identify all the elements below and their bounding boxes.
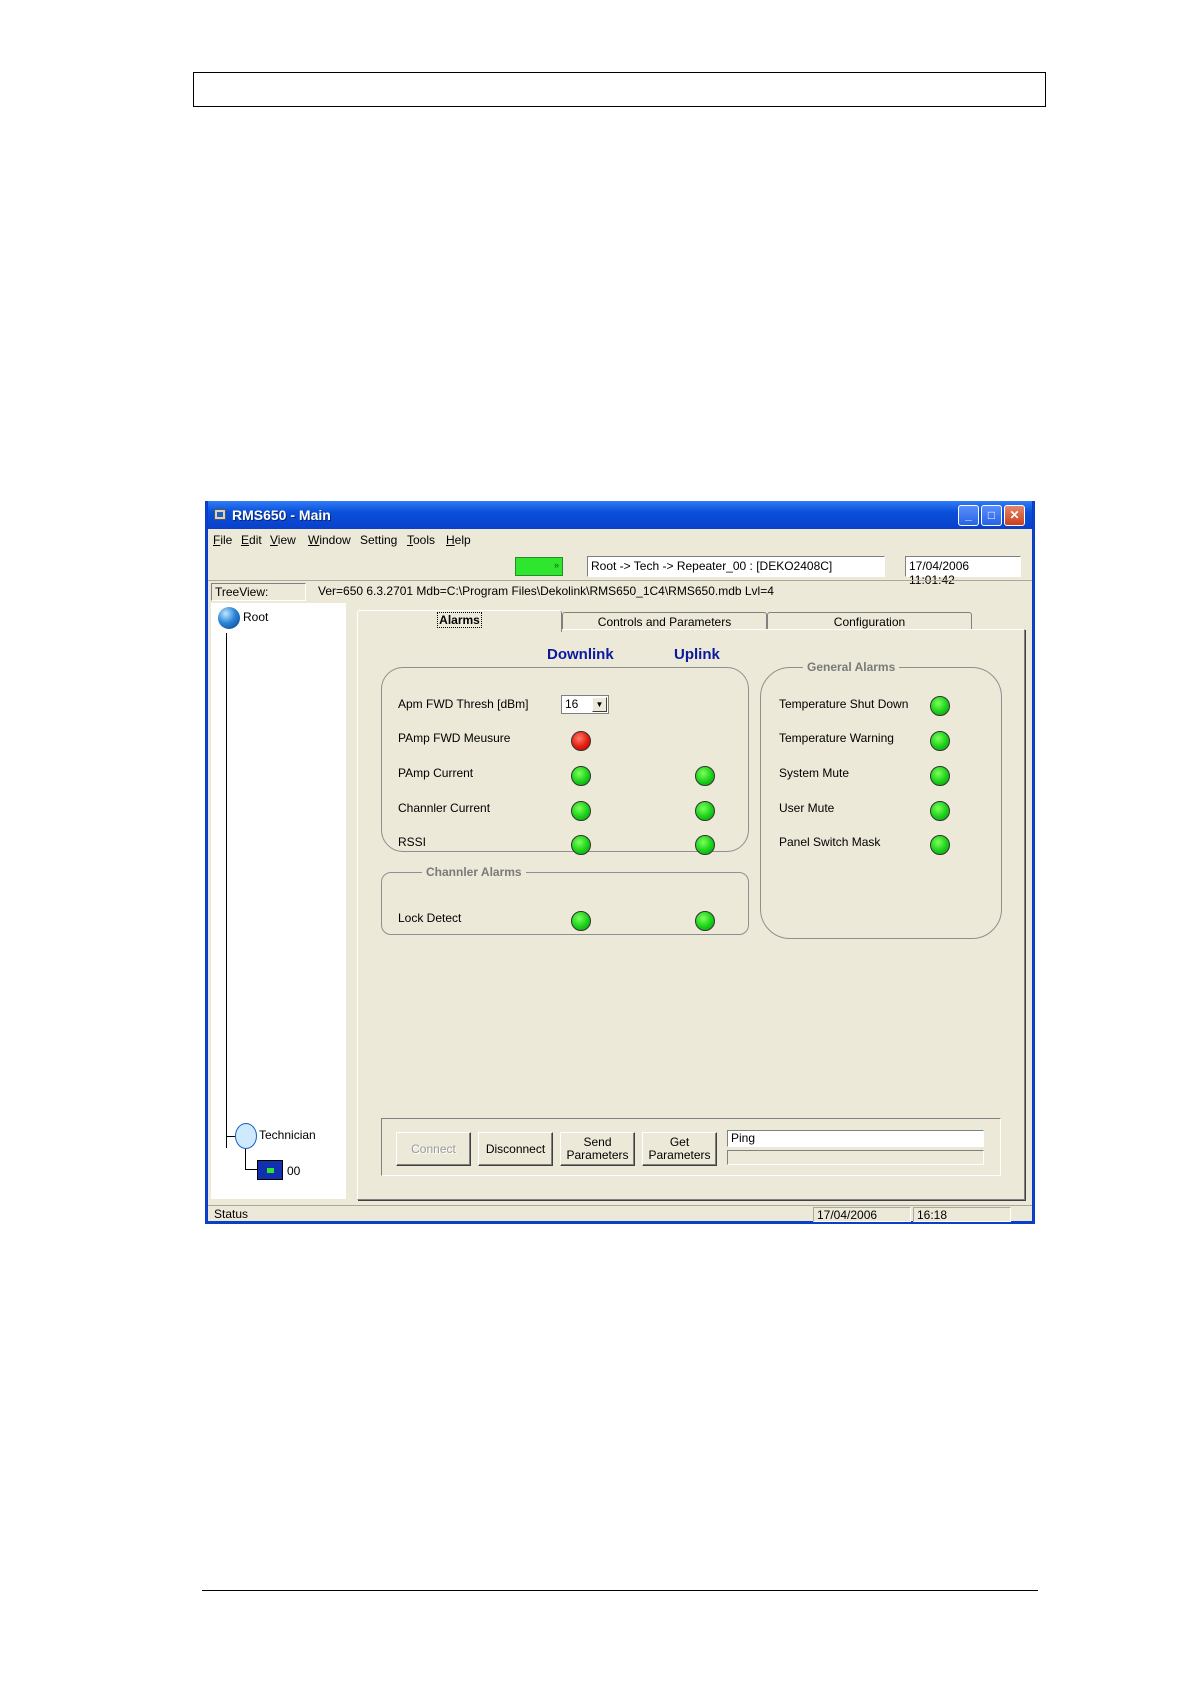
close-button[interactable]: ✕ bbox=[1004, 505, 1025, 526]
menu-edit[interactable]: Edit bbox=[241, 533, 262, 547]
alarm-label: Panel Switch Mask bbox=[779, 835, 881, 849]
tab-alarms[interactable]: Alarms bbox=[357, 610, 562, 632]
alarm-label: System Mute bbox=[779, 766, 850, 780]
status-led-green bbox=[930, 835, 950, 855]
repeater-icon[interactable] bbox=[257, 1160, 283, 1180]
general-alarms-title: General Alarms bbox=[803, 660, 900, 674]
status-led-green bbox=[930, 766, 950, 786]
channler-alarms-group bbox=[381, 872, 749, 935]
tree-view[interactable]: Root Technician 00 bbox=[211, 603, 346, 1199]
send-line2: Parameters bbox=[566, 1148, 629, 1162]
maximize-button[interactable]: □ bbox=[981, 505, 1002, 526]
menu-help[interactable]: Help bbox=[446, 533, 471, 547]
status-led-green bbox=[571, 835, 591, 855]
tree-line bbox=[245, 1169, 257, 1170]
connect-button[interactable]: Connect bbox=[396, 1132, 471, 1166]
status-led-red bbox=[571, 731, 591, 751]
status-led-green bbox=[695, 835, 715, 855]
minimize-button[interactable]: _ bbox=[958, 505, 979, 526]
alarm-label: Lock Detect bbox=[398, 911, 462, 925]
path-field: Root -> Tech -> Repeater_00 : [DEKO2408C… bbox=[587, 556, 885, 577]
title-bar[interactable]: RMS650 - Main _ □ ✕ bbox=[208, 501, 1032, 529]
get-parameters-button[interactable]: Get Parameters bbox=[642, 1132, 717, 1166]
tree-line bbox=[226, 1136, 235, 1137]
status-led-green bbox=[571, 766, 591, 786]
uplink-header: Uplink bbox=[674, 646, 720, 663]
datetime-field: 17/04/2006 11:01:42 bbox=[905, 556, 1021, 587]
tree-line bbox=[245, 1149, 246, 1169]
menu-window[interactable]: Window bbox=[308, 533, 351, 547]
fwd-thresh-select[interactable]: 16 ▼ bbox=[561, 695, 609, 714]
status-led-green bbox=[571, 911, 591, 931]
alarm-label: Temperature Shut Down bbox=[779, 697, 909, 711]
app-icon bbox=[214, 509, 226, 520]
ping-field[interactable]: Ping bbox=[727, 1130, 984, 1147]
alarm-label: Temperature Warning bbox=[779, 731, 894, 745]
version-info: Ver=650 6.3.2701 Mdb=C:\Program Files\De… bbox=[318, 584, 774, 598]
get-line2: Parameters bbox=[648, 1148, 711, 1162]
tree-line bbox=[226, 633, 227, 1148]
alarm-label: PAmp Current bbox=[398, 766, 474, 780]
menu-view[interactable]: View bbox=[270, 533, 296, 547]
status-date: 17/04/2006 bbox=[813, 1207, 911, 1222]
status-led-green bbox=[695, 911, 715, 931]
tree-node-repeater[interactable]: 00 bbox=[287, 1164, 300, 1178]
chevron-down-icon[interactable]: ▼ bbox=[592, 697, 607, 712]
alarm-label: PAmp FWD Meusure bbox=[398, 731, 511, 745]
send-parameters-button[interactable]: Send Parameters bbox=[560, 1132, 635, 1166]
status-led-green bbox=[695, 801, 715, 821]
connection-indicator: » bbox=[515, 557, 563, 576]
disconnect-button[interactable]: Disconnect bbox=[478, 1132, 553, 1166]
status-led-green bbox=[930, 801, 950, 821]
treeview-label: TreeView: bbox=[211, 583, 306, 601]
status-led-green bbox=[930, 731, 950, 751]
menu-tools[interactable]: Tools bbox=[407, 533, 435, 547]
app-window: RMS650 - Main _ □ ✕ File Edit View Windo… bbox=[205, 501, 1035, 1224]
document-header-box bbox=[193, 72, 1046, 107]
status-time: 16:18 bbox=[913, 1207, 1011, 1222]
alarm-label: RSSI bbox=[398, 835, 427, 849]
technician-icon[interactable] bbox=[235, 1123, 257, 1149]
document-footer-rule bbox=[202, 1590, 1038, 1591]
menu-setting[interactable]: Setting bbox=[360, 533, 397, 547]
tree-node-root[interactable]: Root bbox=[243, 610, 268, 624]
globe-icon[interactable] bbox=[218, 607, 240, 629]
toolbar-separator bbox=[208, 580, 1032, 581]
menu-file[interactable]: File bbox=[213, 533, 232, 547]
alarm-label: Channler Current bbox=[398, 801, 491, 815]
alarm-label: User Mute bbox=[779, 801, 835, 815]
tree-node-technician[interactable]: Technician bbox=[259, 1128, 316, 1142]
status-led-green bbox=[571, 801, 591, 821]
menu-bar: File Edit View Window Setting Tools Help bbox=[208, 529, 1032, 551]
status-led-green bbox=[695, 766, 715, 786]
window-title: RMS650 - Main bbox=[232, 507, 331, 523]
channler-alarms-title: Channler Alarms bbox=[422, 865, 526, 879]
downlink-header: Downlink bbox=[547, 646, 614, 663]
status-led-green bbox=[930, 696, 950, 716]
status-label: Status bbox=[214, 1207, 249, 1221]
progress-bar bbox=[727, 1150, 984, 1165]
alarm-label: Apm FWD Thresh [dBm] bbox=[398, 697, 529, 711]
